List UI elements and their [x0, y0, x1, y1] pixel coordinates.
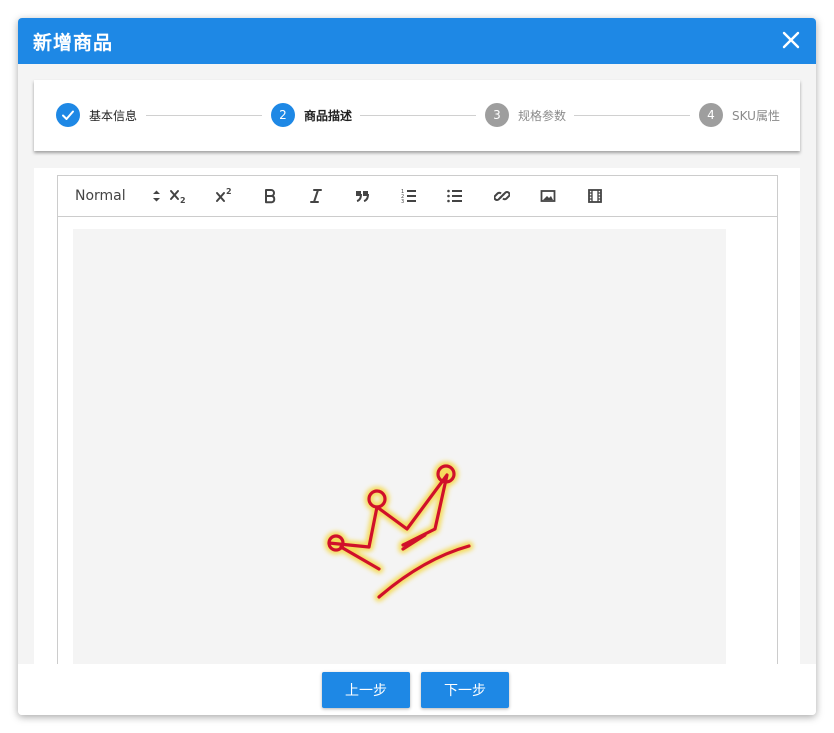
- video-button[interactable]: [583, 184, 607, 208]
- step-connector: [146, 115, 262, 116]
- step-number: 4: [699, 103, 723, 127]
- step-spec-params[interactable]: 3 规格参数: [485, 103, 566, 127]
- header-select-value: Normal: [75, 188, 126, 204]
- header-select[interactable]: Normal: [75, 186, 161, 206]
- step-product-description[interactable]: 2 商品描述: [271, 103, 352, 127]
- editor-toolbar: Normal 2 2 1 2 3: [58, 176, 777, 217]
- superscript-icon: 2: [216, 187, 232, 202]
- step-connector: [574, 115, 690, 116]
- svg-text:2: 2: [226, 187, 232, 196]
- bold-icon: [265, 189, 276, 204]
- dialog-titlebar: 新增商品: [18, 18, 816, 64]
- step-sku-attributes[interactable]: 4 SKU属性: [699, 103, 780, 127]
- add-product-dialog: 新增商品 基本信息 2 商品描述 3 规格参数 4 SKU属性 Normal 2…: [18, 18, 816, 715]
- rich-text-editor: Normal 2 2 1 2 3: [57, 175, 778, 664]
- stepper: 基本信息 2 商品描述 3 规格参数 4 SKU属性: [34, 80, 800, 151]
- italic-button[interactable]: [304, 184, 328, 208]
- ordered-list-icon: 1 2 3: [401, 189, 416, 204]
- step-number: 2: [271, 103, 295, 127]
- image-icon: [540, 190, 556, 202]
- bullet-list-icon: [447, 189, 462, 203]
- crown-doodle-image: [324, 461, 474, 602]
- video-icon: [588, 189, 602, 203]
- prev-step-button[interactable]: 上一步: [322, 672, 410, 708]
- bullet-list-button[interactable]: [443, 184, 467, 208]
- svg-text:3: 3: [401, 199, 404, 204]
- step-number: 3: [485, 103, 509, 127]
- subscript-button[interactable]: 2: [166, 184, 190, 208]
- dialog-title: 新增商品: [33, 32, 114, 54]
- ordered-list-button[interactable]: 1 2 3: [397, 184, 421, 208]
- link-icon: [494, 191, 510, 201]
- bold-button[interactable]: [258, 184, 282, 208]
- italic-icon: [310, 189, 322, 203]
- step-label: 规格参数: [518, 108, 567, 123]
- superscript-button[interactable]: 2: [212, 184, 236, 208]
- dialog-content: 基本信息 2 商品描述 3 规格参数 4 SKU属性 Normal 2 2 1 …: [18, 64, 816, 664]
- select-arrows-icon: [153, 190, 160, 202]
- step-label: 基本信息: [89, 108, 138, 123]
- editor-card: Normal 2 2 1 2 3: [34, 168, 800, 664]
- step-basic-info[interactable]: 基本信息: [56, 103, 137, 127]
- subscript-icon: 2: [170, 190, 186, 205]
- dialog-footer: 上一步 下一步: [18, 664, 816, 715]
- next-step-button[interactable]: 下一步: [421, 672, 509, 708]
- step-connector: [360, 115, 476, 116]
- step-label: SKU属性: [732, 108, 780, 123]
- svg-text:2: 2: [180, 196, 186, 205]
- image-button[interactable]: [536, 184, 560, 208]
- quote-icon: [356, 191, 369, 202]
- editor-content-area[interactable]: [73, 229, 726, 664]
- step-label: 商品描述: [304, 108, 353, 123]
- blockquote-button[interactable]: [350, 184, 374, 208]
- close-icon[interactable]: [780, 29, 802, 51]
- link-button[interactable]: [490, 184, 514, 208]
- check-icon: [56, 103, 80, 127]
